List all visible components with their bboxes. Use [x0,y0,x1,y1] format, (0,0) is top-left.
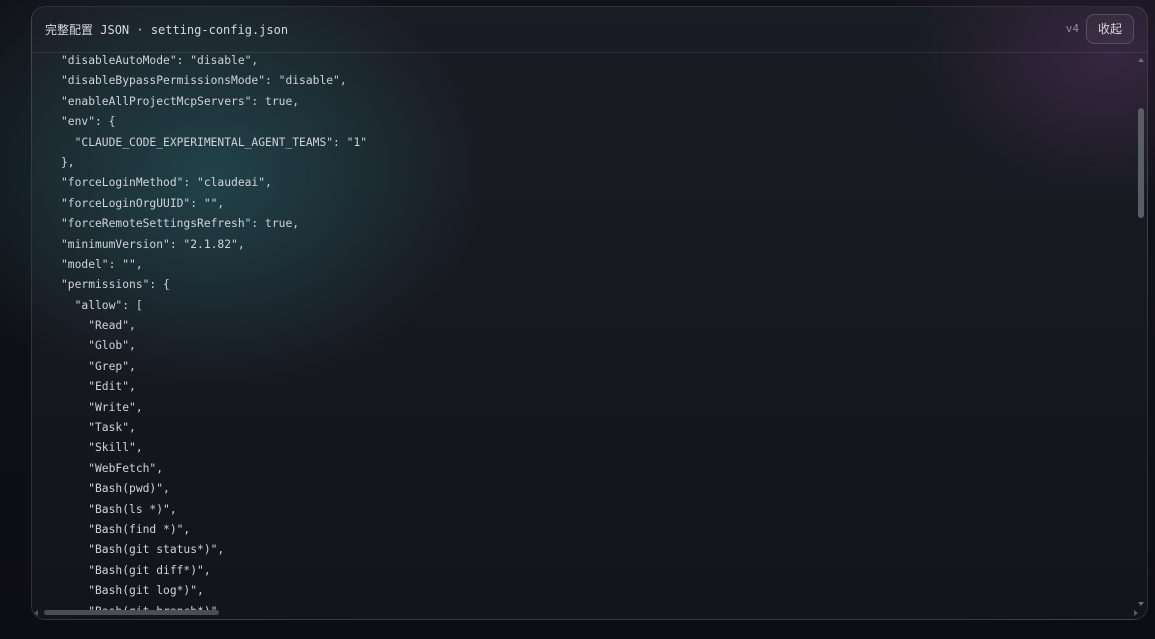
code-line: "Bash(pwd)", [61,482,170,496]
scroll-right-icon[interactable] [1134,610,1138,616]
code-line: "Task", [61,421,136,435]
code-line: "allow": [ [61,298,143,312]
vertical-scrollbar[interactable] [1137,56,1146,608]
code-line: "forceRemoteSettingsRefresh": true, [61,217,300,231]
code-line: "model": "", [61,257,143,271]
code-line: }, [61,155,75,169]
code-line: "minimumVersion": "2.1.82", [61,237,245,251]
panel-header: 完整配置 JSON · setting-config.json v4 收起 [32,7,1147,53]
code-line: "CLAUDE_CODE_EXPERIMENTAL_AGENT_TEAMS": … [61,135,368,149]
scroll-up-icon[interactable] [1138,58,1144,62]
code-line: "disableBypassPermissionsMode": "disable… [61,74,347,88]
code-line: "Bash(find *)", [61,522,191,536]
code-line: "WebFetch", [61,461,164,475]
json-code-view[interactable]: "disableAutoMode": "disable", "disableByp… [61,51,1131,611]
code-line: "permissions": { [61,278,170,292]
code-line: "Edit", [61,380,136,394]
code-line: "Skill", [61,441,143,455]
panel-title: 完整配置 JSON · setting-config.json [45,21,288,38]
config-panel: 完整配置 JSON · setting-config.json v4 收起 "d… [31,6,1148,620]
code-line: "Bash(git status*)", [61,543,225,557]
code-line: "Write", [61,400,143,414]
horizontal-scroll-thumb[interactable] [44,610,219,615]
title-prefix: 完整配置 [45,23,94,37]
version-badge: v4 [1065,22,1079,35]
code-line: "forceLoginOrgUUID": "", [61,196,225,210]
code-line: "Read", [61,319,136,333]
code-line: "enableAllProjectMcpServers": true, [61,94,300,108]
code-line: "Bash(git diff*)", [61,563,211,577]
code-line: "Glob", [61,339,136,353]
scroll-left-icon[interactable] [34,610,38,616]
code-line: "disableAutoMode": "disable", [61,54,259,67]
vertical-scroll-thumb[interactable] [1138,108,1144,218]
collapse-button[interactable]: 收起 [1086,14,1134,44]
code-line: "Bash(git log*)", [61,584,204,598]
scroll-down-icon[interactable] [1138,602,1144,606]
code-line: "Bash(ls *)", [61,502,177,516]
title-filename: JSON · setting-config.json [93,23,289,37]
code-line: "env": { [61,115,116,129]
code-line: "Grep", [61,359,136,373]
horizontal-scrollbar[interactable] [34,609,1138,617]
code-line: "forceLoginMethod": "claudeai", [61,176,272,190]
